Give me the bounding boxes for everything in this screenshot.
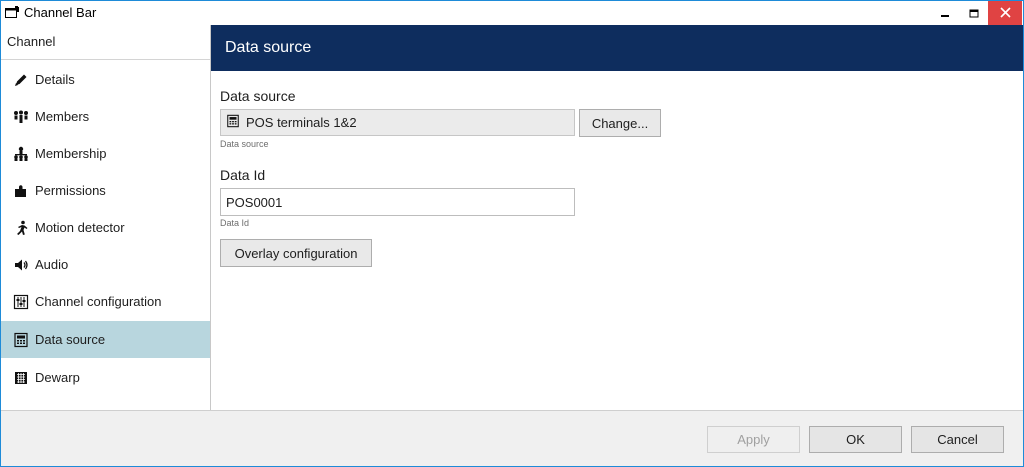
sidebar-item-label: Details [35,72,75,87]
data-source-field: POS terminals 1&2 [220,109,575,136]
ok-button[interactable]: OK [809,426,902,453]
channel-bar-app-icon [5,6,20,19]
sidebar-item-audio[interactable]: Audio [1,246,210,283]
maximize-button[interactable] [959,1,989,25]
sidebar-item-label: Membership [35,146,107,161]
speaker-icon [13,257,29,273]
sidebar-item-permissions[interactable]: Permissions [1,172,210,209]
close-icon [999,6,1011,21]
sidebar-item-label: Data source [35,332,106,347]
maximize-icon [969,6,979,21]
sidebar-item-label: Members [35,109,90,124]
members-icon [13,109,29,125]
data-source-icon [13,332,29,348]
sidebar-item-label: Audio [35,257,69,272]
running-man-icon [13,220,29,236]
overlay-configuration-button[interactable]: Overlay configuration [220,239,372,267]
sidebar-item-label: Channel configuration [35,294,162,309]
sidebar-header: Channel [1,25,210,60]
main-panel: Data source Data source POS terminals 1&… [211,25,1023,410]
close-button[interactable] [988,1,1022,25]
sidebar-item-members[interactable]: Members [1,98,210,135]
data-source-hint: Data source [220,139,269,149]
window-title: Channel Bar [24,5,97,20]
sliders-icon [13,294,29,310]
puzzle-icon [13,183,29,199]
sidebar: Channel Details Members Membership Permi… [1,25,211,410]
data-id-input[interactable]: POS0001 [220,188,575,216]
minimize-button[interactable] [930,1,960,25]
sidebar-item-label: Dewarp [35,370,80,385]
apply-button[interactable]: Apply [707,426,800,453]
change-button[interactable]: Change... [579,109,661,137]
sidebar-item-data-source[interactable]: Data source [1,321,210,358]
data-source-icon [226,114,240,131]
sidebar-item-motion-detector[interactable]: Motion detector [1,209,210,246]
channel-bar-window: Channel Bar Channel Details Members Memb… [0,0,1024,467]
data-id-hint: Data Id [220,218,250,228]
sidebar-item-label: Permissions [35,183,106,198]
sidebar-item-dewarp[interactable]: Dewarp [1,359,210,396]
data-source-value: POS terminals 1&2 [246,115,357,130]
minimize-icon [940,6,950,21]
sidebar-item-channel-configuration[interactable]: Channel configuration [1,283,210,320]
hierarchy-icon [13,146,29,162]
data-source-label: Data source [220,88,296,104]
pencil-icon [13,72,29,88]
sidebar-item-details[interactable]: Details [1,61,210,98]
page-title: Data source [211,25,1023,71]
dewarp-icon [13,370,29,386]
title-bar: Channel Bar [1,1,1023,25]
cancel-button[interactable]: Cancel [911,426,1004,453]
dialog-footer: Apply OK Cancel [1,410,1023,466]
sidebar-item-membership[interactable]: Membership [1,135,210,172]
data-id-label: Data Id [220,167,266,183]
sidebar-item-label: Motion detector [35,220,125,235]
